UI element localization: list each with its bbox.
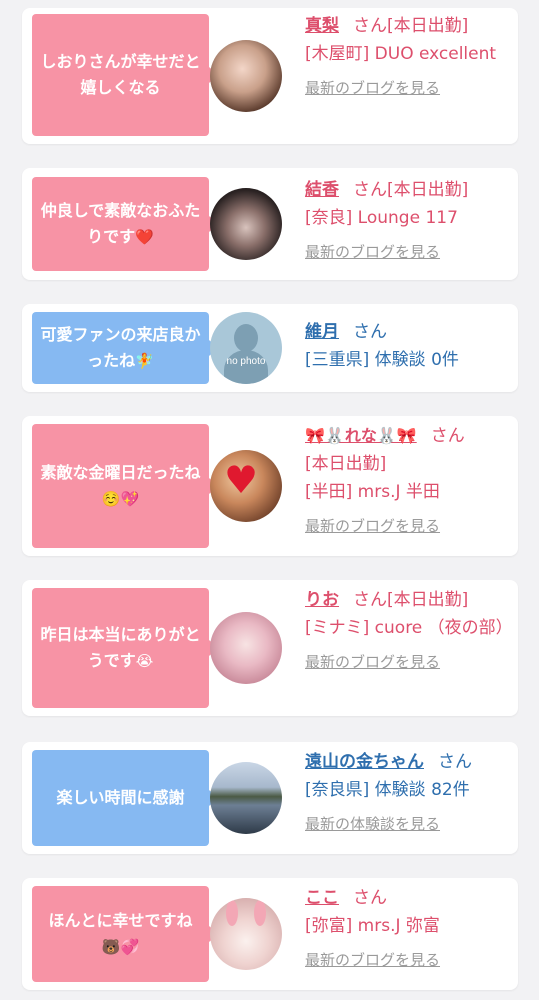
avatar[interactable]: ♥ bbox=[210, 450, 282, 522]
avatar[interactable] bbox=[210, 898, 282, 970]
cast-name-link[interactable]: 結香 bbox=[305, 180, 339, 200]
heart-emoji: ❤️ bbox=[135, 228, 154, 246]
message-bubble: 昨日は本当にありがとうです😭 bbox=[32, 588, 218, 708]
latest-review-link[interactable]: 最新の体験談を見る bbox=[305, 810, 440, 838]
message-text: 昨日は本当にありがとうです bbox=[40, 625, 201, 670]
avatar[interactable] bbox=[210, 40, 282, 112]
honorific: さん bbox=[353, 590, 387, 610]
cast-info: 真梨 さん[本日出勤] [木屋町] DUO excellent 最新のブログを見る bbox=[305, 12, 510, 102]
message-text: 仲良しで素敵なおふたりです bbox=[40, 201, 201, 246]
message-text: 楽しい時間に感謝 bbox=[56, 788, 185, 807]
avatar[interactable] bbox=[210, 188, 282, 260]
status-text: [本日出勤] bbox=[387, 590, 469, 610]
message-card: 仲良しで素敵なおふたりです❤️ 結香 さん[本日出勤] [奈良] Lounge 1… bbox=[22, 168, 518, 280]
cast-info: ここ さん [弥富] mrs.J 弥富 最新のブログを見る bbox=[305, 884, 510, 974]
avatar[interactable] bbox=[210, 612, 282, 684]
message-bubble: 可愛ファンの来店良かったね🧚 bbox=[32, 312, 218, 384]
smile-heart-emoji: ☺️💖 bbox=[101, 490, 140, 508]
cast-info: 結香 さん[本日出勤] [奈良] Lounge 117 最新のブログを見る bbox=[305, 176, 510, 266]
bear-heart-emoji: 🐻💞 bbox=[101, 938, 140, 956]
message-bubble: しおりさんが幸せだと嬉しくなる bbox=[32, 14, 218, 136]
message-card: 昨日は本当にありがとうです😭 りお さん[本日出勤] [ミナミ] cuore （夜… bbox=[22, 580, 518, 716]
fairy-emoji: 🧚 bbox=[135, 352, 154, 370]
customer-name-link[interactable]: 維月 bbox=[305, 322, 339, 342]
cast-name-link[interactable]: りお bbox=[305, 590, 339, 610]
cast-info: 🎀🐰れな🐰🎀 さん [本日出勤] [半田] mrs.J 半田 最新のブログを見る bbox=[305, 422, 510, 540]
shop-text: [半田] mrs.J 半田 bbox=[305, 482, 440, 502]
honorific: さん bbox=[353, 16, 387, 36]
message-card: 素敵な金曜日だったね ☺️💖 ♥ 🎀🐰れな🐰🎀 さん [本日出勤] [半田] mrs… bbox=[22, 416, 518, 556]
message-card: しおりさんが幸せだと嬉しくなる 真梨 さん[本日出勤] [木屋町] DUO exc… bbox=[22, 8, 518, 144]
message-text: 素敵な金曜日だったね bbox=[40, 463, 201, 482]
latest-blog-link[interactable]: 最新のブログを見る bbox=[305, 946, 440, 974]
honorific: さん bbox=[353, 322, 387, 342]
shop-text: [弥富] mrs.J 弥富 bbox=[305, 916, 440, 936]
honorific: さん bbox=[438, 752, 472, 772]
honorific: さん bbox=[353, 888, 387, 908]
status-text: [本日出勤] bbox=[387, 16, 469, 36]
customer-name-link[interactable]: 遠山の金ちゃん bbox=[305, 752, 424, 772]
shop-text: [木屋町] DUO excellent bbox=[305, 44, 497, 64]
no-photo-label: no photo bbox=[226, 356, 266, 367]
message-card: ほんとに幸せですね 🐻💞 ここ さん [弥富] mrs.J 弥富 最新のブログを見る bbox=[22, 878, 518, 990]
crying-emoji: 😭 bbox=[135, 652, 154, 670]
avatar-no-photo[interactable]: no photo bbox=[210, 312, 282, 384]
latest-blog-link[interactable]: 最新のブログを見る bbox=[305, 648, 440, 676]
cast-info: 遠山の金ちゃん さん [奈良県] 体験談 82件 最新の体験談を見る bbox=[305, 748, 510, 838]
shop-text: [ミナミ] cuore （夜の部） bbox=[305, 618, 513, 638]
bunny-ear-right-icon bbox=[254, 900, 266, 926]
avatar[interactable] bbox=[210, 762, 282, 834]
heart-icon: ♥ bbox=[224, 458, 259, 502]
message-bubble: ほんとに幸せですね 🐻💞 bbox=[32, 886, 218, 982]
latest-blog-link[interactable]: 最新のブログを見る bbox=[305, 238, 440, 266]
latest-blog-link[interactable]: 最新のブログを見る bbox=[305, 74, 440, 102]
message-text: 可愛ファンの来店良かったね bbox=[40, 325, 201, 370]
message-card: 可愛ファンの来店良かったね🧚 no photo 維月 さん [三重県] 体験談 0… bbox=[22, 304, 518, 392]
cast-info: りお さん[本日出勤] [ミナミ] cuore （夜の部） 最新のブログを見る bbox=[305, 586, 513, 676]
message-bubble: 楽しい時間に感謝 bbox=[32, 750, 218, 846]
cast-name-link[interactable]: 真梨 bbox=[305, 16, 339, 36]
message-card: 楽しい時間に感謝 遠山の金ちゃん さん [奈良県] 体験談 82件 最新の体験談を… bbox=[22, 742, 518, 854]
message-bubble: 素敵な金曜日だったね ☺️💖 bbox=[32, 424, 218, 548]
shop-text: [奈良] Lounge 117 bbox=[305, 208, 458, 228]
message-text: ほんとに幸せですね bbox=[48, 911, 193, 930]
cast-name-link[interactable]: ここ bbox=[305, 888, 339, 908]
shop-text: [奈良県] 体験談 82件 bbox=[305, 780, 470, 800]
latest-blog-link[interactable]: 最新のブログを見る bbox=[305, 512, 440, 540]
honorific: さん bbox=[353, 180, 387, 200]
cast-info: 維月 さん [三重県] 体験談 0件 bbox=[305, 318, 510, 374]
bunny-ear-left-icon bbox=[226, 900, 238, 926]
cast-name-link[interactable]: 🎀🐰れな🐰🎀 bbox=[305, 426, 417, 445]
honorific: さん bbox=[430, 426, 465, 446]
status-text: [本日出勤] bbox=[305, 454, 387, 474]
shop-text: [三重県] 体験談 0件 bbox=[305, 350, 459, 370]
message-text: しおりさんが幸せだと嬉しくなる bbox=[40, 52, 201, 97]
message-bubble: 仲良しで素敵なおふたりです❤️ bbox=[32, 177, 218, 271]
status-text: [本日出勤] bbox=[387, 180, 469, 200]
person-head-icon bbox=[234, 324, 258, 352]
